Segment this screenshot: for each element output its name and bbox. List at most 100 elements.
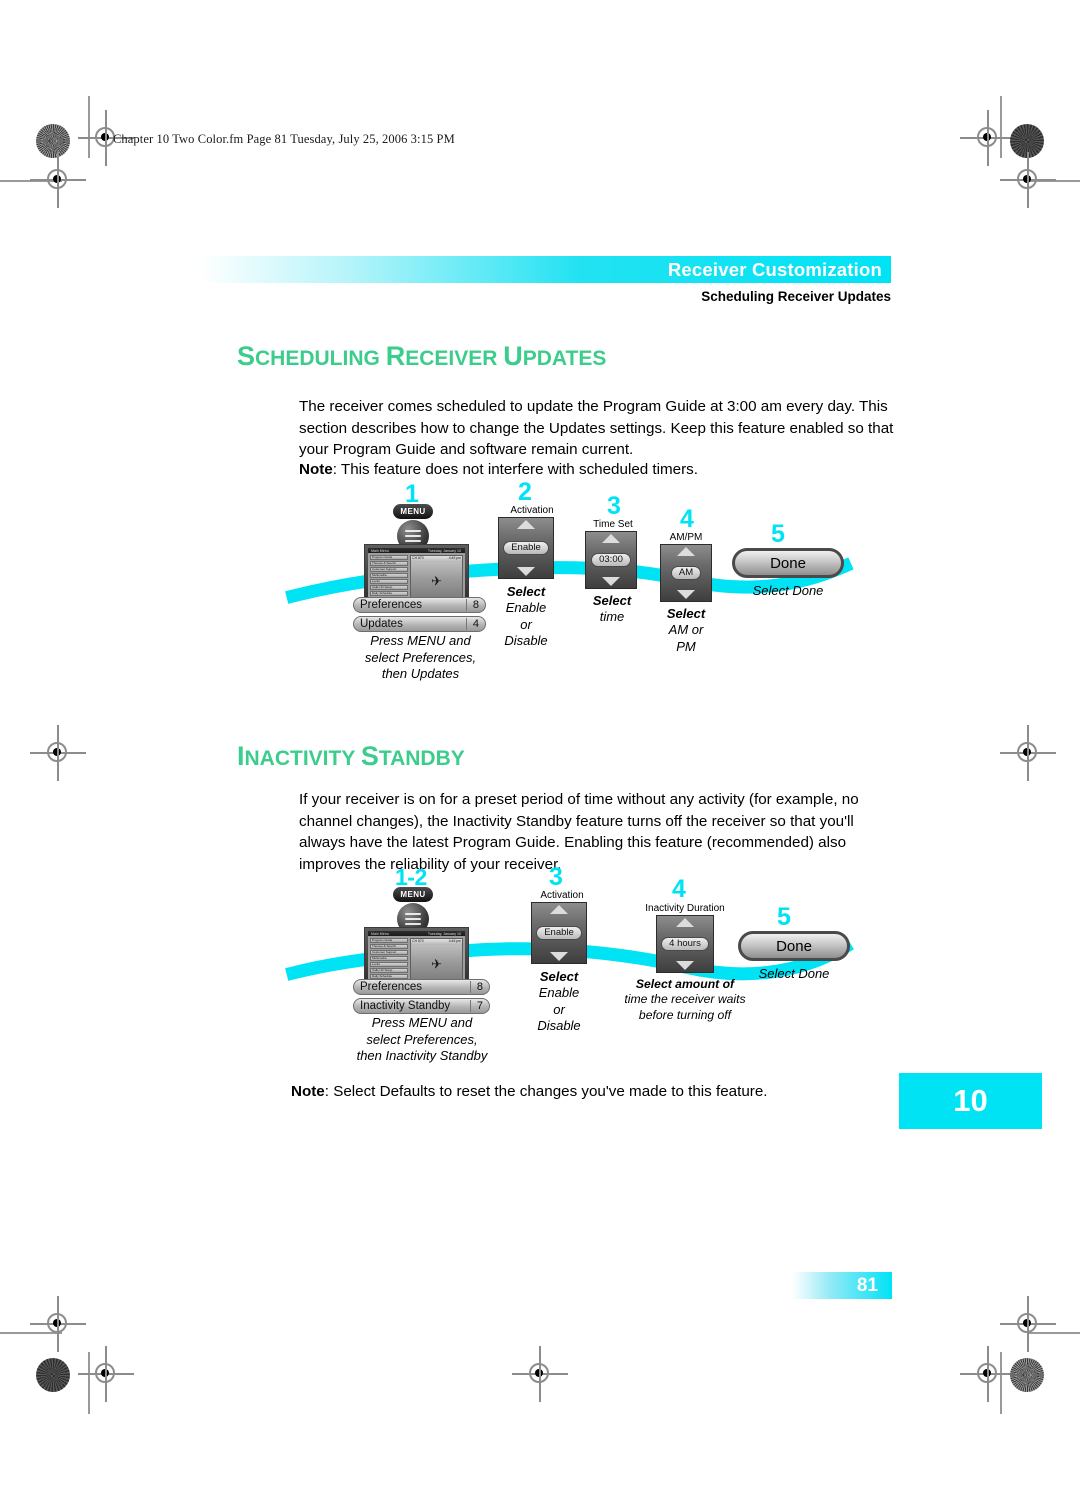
registration-mark-left-middle [30,725,86,781]
step-4-caption-bold: Select [666,606,706,621]
tv-menu-row: Themes & Search [370,561,409,566]
step-3-number: 3 [607,492,621,520]
list-bar-number: 8 [469,981,483,993]
registration-disc-bottom-left [36,1358,70,1392]
stepper-up-arrow-icon[interactable] [550,905,568,914]
menu-lines-icon [405,530,421,542]
running-head-band: Receiver Customization [199,256,891,283]
step-4-caption-line-2: PM [676,638,696,654]
step-3-caption: time [573,609,651,626]
step-4-caption-line-1: time the receiver waits [624,992,746,1006]
stepper-up-arrow-icon[interactable] [602,534,620,543]
tv-menu-row: Caller ID Setup [370,968,409,973]
control-label-am-pm: AM/PM [669,532,703,543]
list-bar-number: 4 [465,618,479,630]
control-label-time-set: Time Set [593,519,633,530]
step-3-caption-line-1: time [599,609,625,624]
airplane-icon: ✈ [431,573,443,588]
registration-mark-bottom-center [512,1346,568,1402]
step-5-number: 5 [771,520,785,548]
done-button[interactable]: Done [738,931,850,961]
stepper-activation[interactable]: Enable [531,902,587,964]
tv-menu-list: Program Guide Themes & Search Customer S… [370,938,409,985]
stepper-time-set[interactable]: 03:00 [585,531,637,589]
step-3-caption-bold: Select [592,593,632,608]
step-2-caption-line-1: Enable [505,600,547,615]
list-bar-number: 8 [465,599,479,611]
tv-title-right: Tuesday, January 10 [427,931,462,936]
registration-mark-right-lower [1000,1296,1056,1352]
stepper-value: 4 hours [661,936,709,952]
section-2-body: If your receiver is on for a preset peri… [299,791,859,873]
step-4-caption-line-2: before turning off [638,1007,732,1022]
stepper-am-pm[interactable]: AM [660,544,712,602]
step-1-caption-line-1: Press MENU and [370,633,471,648]
stepper-up-arrow-icon[interactable] [676,918,694,927]
list-bar-label: Preferences [360,981,423,993]
step-3-caption-bold: Select [539,969,579,984]
section-1-note: Note: This feature does not interfere wi… [299,459,698,481]
tv-menu-row: Themes & Search [370,944,409,949]
registration-mark-bottom-left [78,1346,134,1402]
section-1-body: The receiver comes scheduled to update t… [299,398,894,458]
list-bar-label: Inactivity Standby [360,1000,451,1012]
stepper-down-arrow-icon[interactable] [677,590,695,599]
step-5-caption-line-1: Select Done [752,583,824,598]
stepper-inactivity-duration[interactable]: 4 hours [656,915,714,973]
step-1-2-caption-line-3: then Inactivity Standby [356,1048,488,1063]
heading-word-nactivity: NACTIVITY [244,747,361,770]
list-bar-preferences[interactable]: Preferences 8 [353,597,486,613]
stepper-activation[interactable]: Enable [498,517,554,579]
done-button[interactable]: Done [732,548,844,578]
running-head-title: Receiver Customization [667,259,882,280]
stepper-down-arrow-icon[interactable] [517,567,535,576]
file-header-line: Chapter 10 Two Color.fm Page 81 Tuesday,… [113,132,455,146]
stepper-down-arrow-icon[interactable] [676,961,694,970]
tv-preview-pane: CH 870 4:45 pm ✈ Satellite Radio\n4:00 p… [410,938,463,985]
tv-menu-row: Program Guide [370,938,409,943]
stepper-value: AM [670,565,702,581]
registration-mark-right-middle [1000,725,1056,781]
section-2-note: Note: Select Defaults to reset the chang… [291,1081,768,1103]
step-5-caption: Select Done [732,583,844,600]
list-bar-label: Updates [360,618,403,630]
control-label-activation: Activation [510,505,554,516]
tv-menu-row: Customer Support [370,567,409,572]
stepper-value: 03:00 [591,552,631,568]
step-1-caption: Press MENU and select Preferences, then … [333,633,508,683]
section-1-note-label: Note [299,461,333,478]
tv-title-left: Main Menu [370,931,389,936]
stepper-down-arrow-icon[interactable] [602,577,620,586]
section-2-note-text: : Select Defaults to reset the changes y… [324,1083,768,1100]
tv-menu-row: Multimedia [370,956,409,961]
tv-menu-row: Program Guide [370,555,409,560]
list-bar-preferences[interactable]: Preferences 8 [353,979,490,995]
registration-mark-left-upper [30,152,86,208]
step-2-caption-bold: Select [506,584,546,599]
step-3-number: 3 [549,863,563,891]
menu-pill-button[interactable]: MENU [393,887,433,902]
registration-mark-left-lower [30,1296,86,1352]
stepper-down-arrow-icon[interactable] [550,952,568,961]
stepper-up-arrow-icon[interactable] [677,547,695,556]
step-4-caption: AM or PM [647,622,725,655]
section-2-note-label: Note [291,1083,325,1100]
step-1-2-caption-line-1: Press MENU and [371,1015,473,1030]
heading-word-eceiver: ECEIVER [405,347,504,370]
step-2-caption: Enable or Disable [486,600,566,650]
page-number-tab: 81 [792,1272,892,1299]
diagram-inactivity-standby: 1-2 MENU Main Menu Tuesday, January 10 P… [285,865,885,1065]
step-4-caption-line-1: AM or [668,622,704,637]
list-bar-inactivity-standby[interactable]: Inactivity Standby 7 [353,998,490,1014]
diagram-scheduling-updates: 1 MENU Main Menu Tuesday, January 10 Pro… [285,480,885,690]
stepper-up-arrow-icon[interactable] [517,520,535,529]
heading-initial-i: I [237,741,245,771]
menu-pill-button[interactable]: MENU [393,504,433,519]
heading-initial-s: S [237,341,256,371]
list-bar-updates[interactable]: Updates 4 [353,616,486,632]
control-label-activation: Activation [540,890,584,901]
step-1-caption-line-3: then Updates [381,666,460,681]
step-4-number: 4 [672,875,686,903]
step-1-caption-line-2: select Preferences, [364,649,477,665]
step-1-2-caption: Press MENU and select Preferences, then … [327,1015,517,1065]
